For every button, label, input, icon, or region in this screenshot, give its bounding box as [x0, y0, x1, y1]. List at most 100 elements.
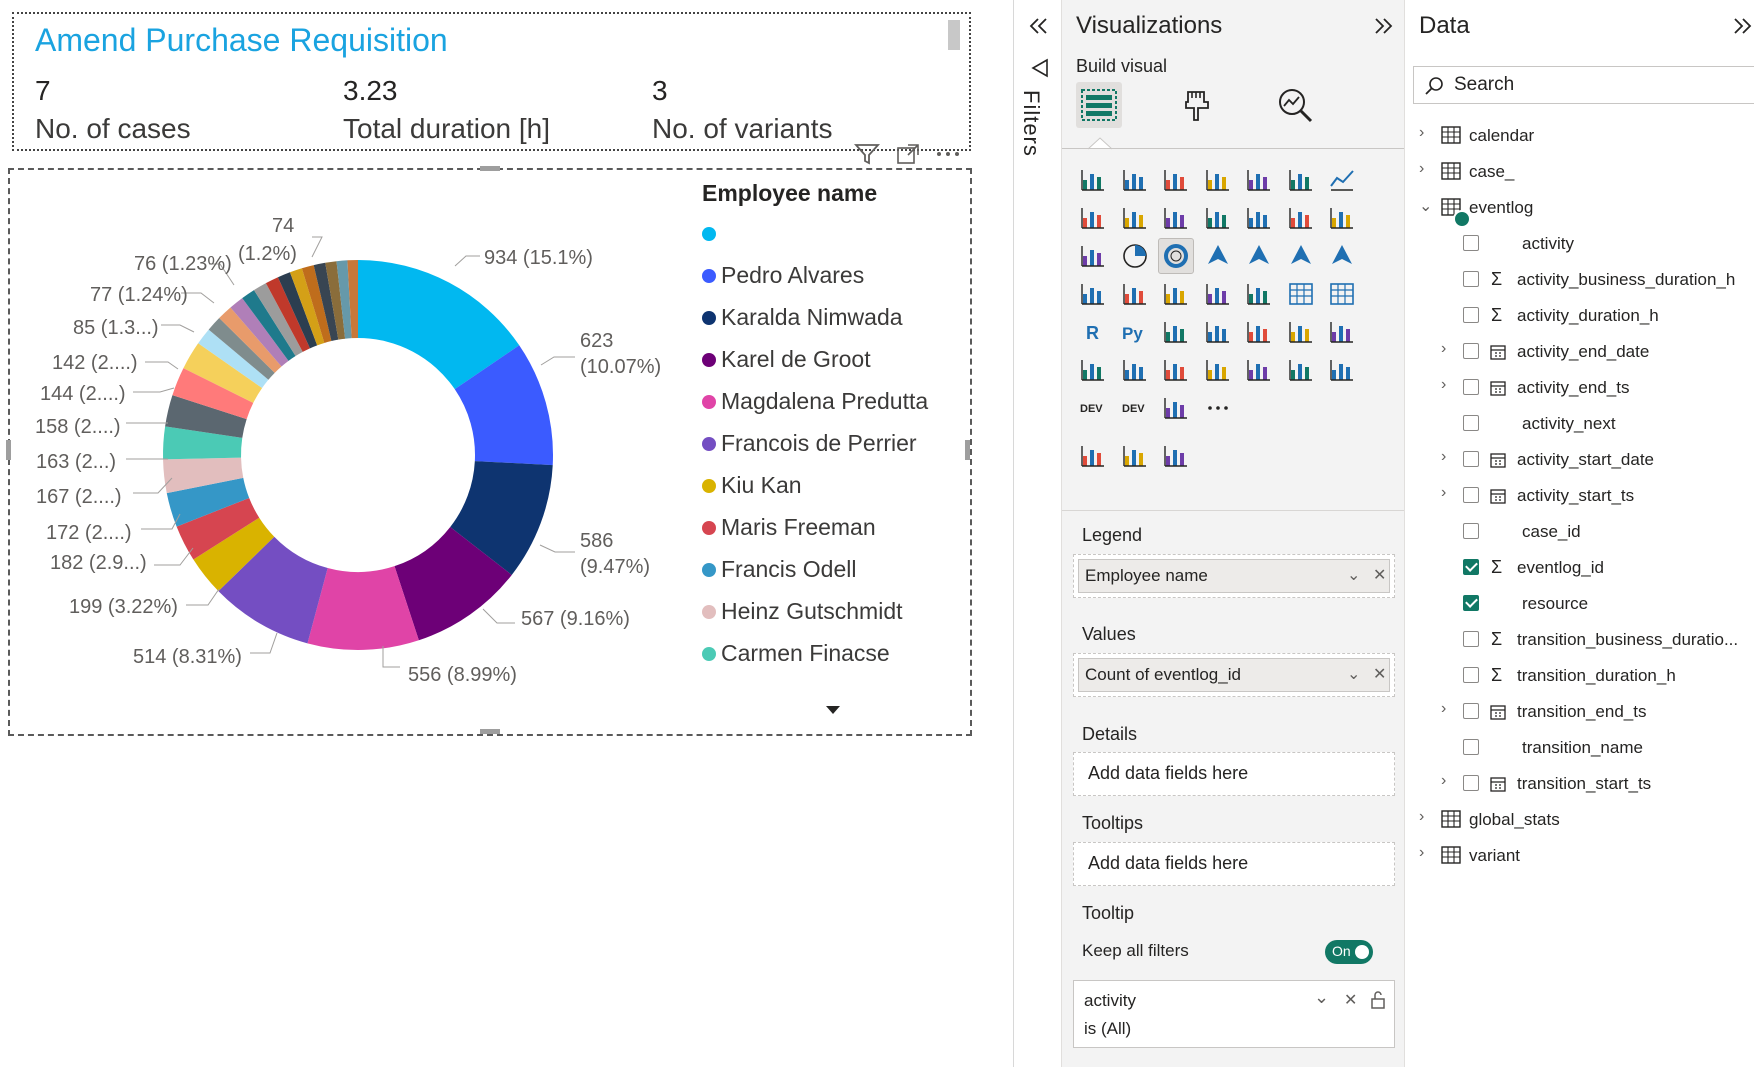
visual-type-button[interactable] — [1200, 352, 1236, 388]
legend-scroll-down-icon[interactable] — [824, 704, 842, 716]
visual-type-button[interactable] — [1283, 314, 1319, 350]
visual-type-button[interactable] — [1324, 276, 1360, 312]
visual-type-button[interactable] — [1324, 200, 1360, 236]
visual-type-button[interactable] — [1200, 162, 1236, 198]
legend-item[interactable]: Heinz Gutschmidt — [702, 596, 903, 626]
chevron-right-icon[interactable]: › — [1441, 340, 1446, 358]
field-row[interactable]: Σactivity_business_duration_h — [1405, 264, 1754, 296]
tab-analytics[interactable] — [1272, 82, 1318, 128]
visual-type-button[interactable] — [1241, 200, 1277, 236]
tab-build-visual[interactable] — [1076, 82, 1122, 128]
collapse-pane-icon[interactable] — [1731, 16, 1753, 36]
chevron-right-icon[interactable]: › — [1419, 160, 1424, 178]
legend-item[interactable]: Pedro Alvares — [702, 260, 864, 290]
visual-type-button[interactable] — [1075, 438, 1111, 474]
chevron-right-icon[interactable]: › — [1441, 376, 1446, 394]
clear-filter-icon[interactable]: ✕ — [1344, 990, 1357, 1010]
field-checkbox[interactable] — [1463, 739, 1479, 755]
field-row[interactable]: resource — [1405, 588, 1754, 620]
visual-type-button[interactable] — [1158, 276, 1194, 312]
visual-type-button[interactable] — [1324, 162, 1360, 198]
field-row[interactable]: › activity_end_ts — [1405, 372, 1754, 404]
tab-format-visual[interactable] — [1174, 82, 1220, 128]
visual-type-button[interactable] — [1117, 276, 1153, 312]
visual-type-button[interactable] — [1200, 314, 1236, 350]
chevron-right-icon[interactable]: › — [1419, 844, 1424, 862]
visual-type-button[interactable] — [1075, 352, 1111, 388]
field-checkbox[interactable] — [1463, 523, 1479, 539]
legend-item[interactable]: Karalda Nimwada — [702, 302, 903, 332]
table-node-global-stats[interactable]: › global_stats — [1405, 804, 1754, 836]
visual-type-button[interactable] — [1158, 314, 1194, 350]
visual-type-button[interactable] — [1283, 238, 1319, 274]
visual-type-button[interactable] — [1283, 200, 1319, 236]
field-checkbox[interactable] — [1463, 271, 1479, 287]
remove-field-icon[interactable]: ✕ — [1373, 659, 1386, 691]
field-row[interactable]: Σtransition_duration_h — [1405, 660, 1754, 692]
field-checkbox[interactable] — [1463, 775, 1479, 791]
chevron-right-icon[interactable]: › — [1441, 484, 1446, 502]
chevron-down-icon[interactable]: ⌄ — [1419, 196, 1432, 216]
field-checkbox[interactable] — [1463, 415, 1479, 431]
visual-type-button[interactable]: Py — [1117, 314, 1153, 350]
table-node-case[interactable]: › case_ — [1405, 156, 1754, 188]
visual-type-button[interactable] — [1075, 200, 1111, 236]
field-checkbox[interactable] — [1463, 703, 1479, 719]
field-row[interactable]: activity — [1405, 228, 1754, 260]
legend-item[interactable]: Francis Odell — [702, 554, 856, 584]
visual-type-button[interactable] — [1200, 276, 1236, 312]
chevron-right-icon[interactable]: › — [1441, 700, 1446, 718]
visual-type-button[interactable] — [1241, 314, 1277, 350]
visual-type-button[interactable] — [1283, 352, 1319, 388]
field-row[interactable]: Σtransition_business_duratio... — [1405, 624, 1754, 656]
field-row[interactable]: › activity_start_ts — [1405, 480, 1754, 512]
visual-type-button[interactable] — [1241, 162, 1277, 198]
field-row[interactable]: Σeventlog_id — [1405, 552, 1754, 584]
chevron-right-icon[interactable]: › — [1419, 124, 1424, 142]
visual-type-button[interactable] — [1283, 276, 1319, 312]
legend-field-pill[interactable]: Employee name ⌄ ✕ — [1078, 559, 1390, 593]
visual-type-button[interactable] — [1117, 162, 1153, 198]
chevron-right-icon[interactable]: › — [1419, 808, 1424, 826]
visual-type-button[interactable] — [1324, 352, 1360, 388]
legend-item[interactable]: Francois de Perrier — [702, 428, 917, 458]
field-checkbox[interactable] — [1463, 595, 1479, 611]
visual-type-button[interactable] — [1158, 390, 1194, 426]
visual-type-button[interactable] — [1075, 276, 1111, 312]
visual-type-button[interactable]: R — [1075, 314, 1111, 350]
expand-pane-icon[interactable] — [1028, 16, 1050, 36]
visual-type-button[interactable] — [1117, 238, 1153, 274]
visual-type-button[interactable] — [1241, 238, 1277, 274]
collapse-pane-icon[interactable] — [1372, 16, 1394, 36]
visual-type-button[interactable] — [1283, 162, 1319, 198]
remove-field-icon[interactable]: ✕ — [1373, 560, 1386, 592]
visual-type-button[interactable] — [1075, 238, 1111, 274]
legend-item[interactable]: Magdalena Predutta — [702, 386, 928, 416]
tooltips-well[interactable]: Add data fields here — [1073, 842, 1395, 886]
field-row[interactable]: case_id — [1405, 516, 1754, 548]
field-checkbox[interactable] — [1463, 487, 1479, 503]
chevron-right-icon[interactable]: › — [1441, 448, 1446, 466]
chevron-down-icon[interactable]: ⌄ — [1347, 659, 1360, 691]
table-node-calendar[interactable]: › calendar — [1405, 120, 1754, 152]
visual-type-button[interactable] — [1200, 200, 1236, 236]
visual-type-button[interactable] — [1075, 162, 1111, 198]
visual-type-button[interactable] — [1117, 438, 1153, 474]
visual-type-button[interactable] — [1241, 276, 1277, 312]
search-input[interactable]: Search — [1413, 66, 1754, 104]
activity-filter-card[interactable]: activity is (All) ⌄ ✕ — [1073, 980, 1395, 1048]
field-checkbox[interactable] — [1463, 451, 1479, 467]
visual-type-button[interactable] — [1324, 314, 1360, 350]
visual-type-button[interactable] — [1117, 352, 1153, 388]
lock-icon[interactable] — [1370, 990, 1386, 1010]
filters-pane-collapsed[interactable]: Filters — [1013, 0, 1062, 1067]
visual-type-button[interactable] — [1158, 238, 1194, 274]
legend-item[interactable]: Kiu Kan — [702, 470, 802, 500]
filters-label[interactable]: Filters — [1018, 90, 1044, 157]
visual-type-button[interactable] — [1117, 200, 1153, 236]
chevron-down-icon[interactable]: ⌄ — [1347, 560, 1360, 592]
visual-type-button[interactable] — [1158, 438, 1194, 474]
visual-type-button[interactable] — [1241, 352, 1277, 388]
keep-all-filters-toggle[interactable]: On — [1325, 940, 1373, 964]
field-checkbox[interactable] — [1463, 631, 1479, 647]
